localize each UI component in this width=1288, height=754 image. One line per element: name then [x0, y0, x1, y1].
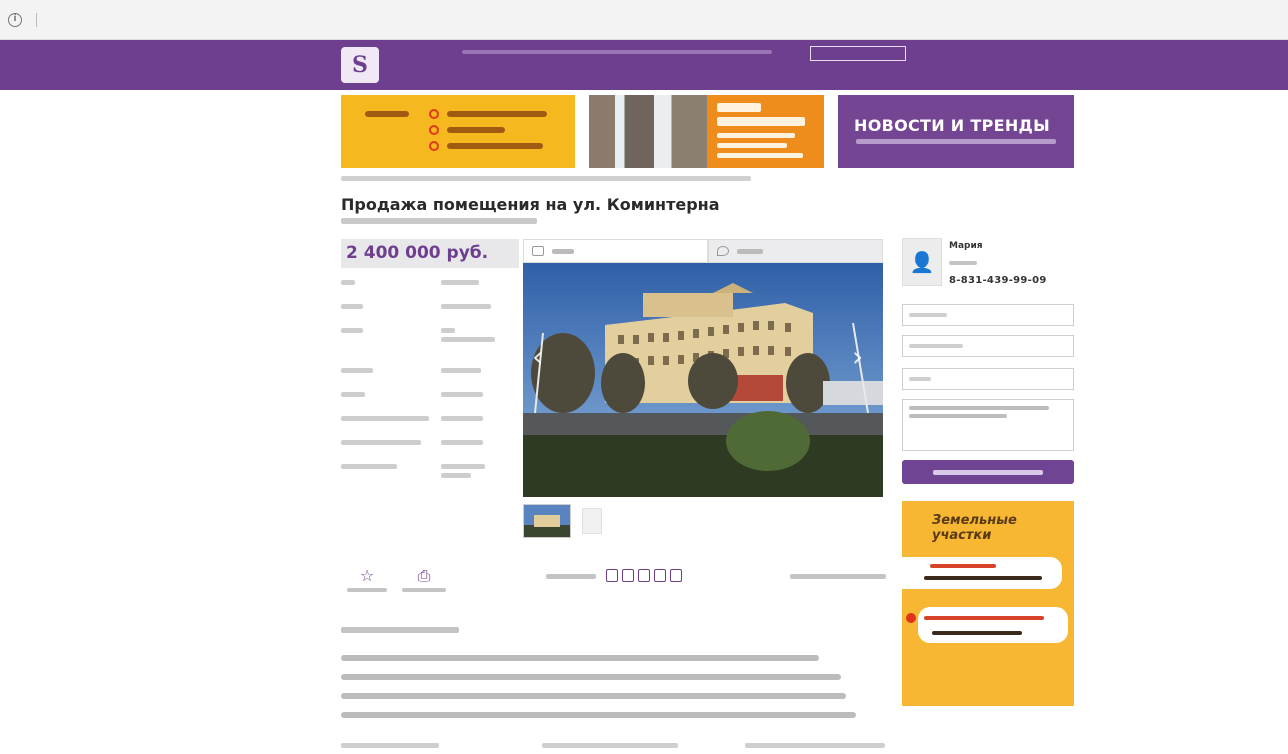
news-banner-subtitle [856, 139, 1056, 144]
params-table [341, 273, 519, 497]
param-row [341, 433, 519, 457]
ad-headline-2: участки [932, 528, 992, 543]
avatar: 👤 [902, 238, 942, 286]
next-photo-icon[interactable]: › [852, 340, 863, 373]
photo-thumbnail[interactable] [523, 504, 571, 538]
agent-name: Мария [949, 241, 983, 251]
banner-hypermarkets[interactable] [341, 95, 575, 168]
listing-price: 2 400 000 руб. [346, 243, 489, 263]
param-row [341, 321, 519, 361]
social-icon[interactable] [670, 569, 682, 582]
name-field[interactable] [902, 304, 1074, 326]
footer-updated [542, 743, 678, 748]
param-row [341, 361, 519, 385]
news-banner-title: НОВОСТИ И ТРЕНДЫ [854, 116, 1050, 135]
message-field[interactable] [902, 399, 1074, 451]
printer-icon: ⎙ [417, 566, 431, 585]
breadcrumb[interactable] [341, 176, 751, 181]
tab-map[interactable] [708, 239, 883, 263]
site-tagline [462, 50, 772, 54]
footer-views [745, 743, 885, 748]
social-icon[interactable] [622, 569, 634, 582]
ad-land-plots[interactable]: Земельные участки [902, 501, 1074, 706]
site-logo[interactable]: S [341, 47, 379, 83]
report-link[interactable] [790, 574, 886, 579]
info-icon[interactable]: i [8, 12, 22, 27]
add-to-favorites-button[interactable]: ☆ [344, 568, 390, 592]
phone-field[interactable] [902, 335, 1074, 357]
social-icon[interactable] [638, 569, 650, 582]
main-photo[interactable] [523, 263, 883, 497]
email-field[interactable] [902, 368, 1074, 390]
param-row [341, 273, 519, 297]
page-title: Продажа помещения на ул. Коминтерна [341, 195, 720, 214]
social-icon[interactable] [606, 569, 618, 582]
star-icon: ☆ [359, 566, 375, 585]
banner-rent-offer[interactable] [589, 95, 824, 168]
divider [36, 12, 37, 27]
print-button[interactable]: ⎙ [401, 568, 447, 592]
listing-location [341, 218, 537, 224]
share-label [546, 574, 596, 579]
description-text [341, 655, 886, 731]
ad-headline-1: Земельные [932, 513, 1017, 528]
add-listing-button[interactable] [810, 46, 906, 61]
photo-thumbnail[interactable] [582, 508, 602, 534]
browser-address-bar[interactable]: i [0, 0, 1288, 40]
main-menu [396, 70, 1076, 74]
banner-news-trends[interactable]: НОВОСТИ И ТРЕНДЫ [838, 95, 1074, 168]
social-icon[interactable] [654, 569, 666, 582]
prev-photo-icon[interactable]: ‹ [532, 340, 543, 373]
send-message-button[interactable] [902, 460, 1074, 484]
social-share [606, 569, 682, 582]
site-header [0, 40, 1288, 90]
param-row [341, 457, 519, 497]
logo-glyph: S [352, 52, 368, 78]
agent-phone[interactable]: 8-831-439-99-09 [949, 275, 1047, 286]
param-row [341, 297, 519, 321]
tab-photo[interactable] [523, 239, 708, 263]
param-row [341, 385, 519, 409]
agent-role [949, 261, 977, 265]
description-heading [341, 627, 459, 633]
map-pin-icon [717, 246, 729, 256]
footer-published [341, 743, 439, 748]
param-row [341, 409, 519, 433]
photo-icon [532, 246, 544, 256]
